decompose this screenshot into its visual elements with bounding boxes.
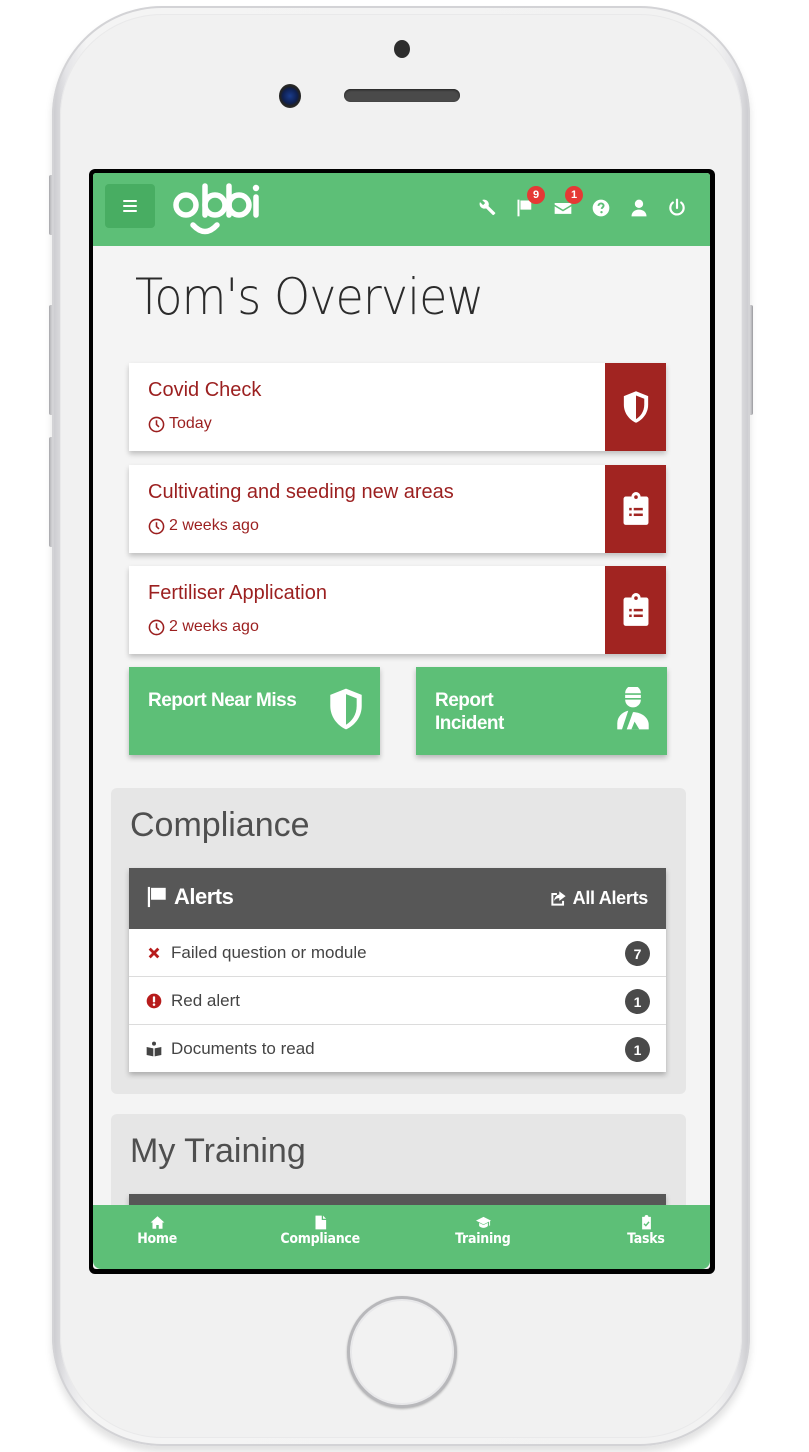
- wrench-icon: [479, 199, 496, 216]
- bottom-nav: Home Compliance Training Tasks: [93, 1205, 710, 1269]
- alert-row-failed[interactable]: Failed question or module 7: [129, 929, 666, 977]
- task-title: Covid Check: [148, 379, 262, 401]
- alert-label: Red alert: [171, 990, 240, 1010]
- alert-row-red-alert[interactable]: Red alert 1: [129, 977, 666, 1025]
- report-near-miss-button[interactable]: Report Near Miss: [129, 667, 380, 755]
- nav-tasks[interactable]: Tasks: [591, 1215, 701, 1247]
- nav-compliance[interactable]: Compliance: [265, 1215, 375, 1247]
- report-incident-label: Report Incident: [435, 690, 504, 734]
- graduation-cap-icon: [475, 1216, 491, 1228]
- messages-button[interactable]: 1: [544, 186, 583, 221]
- times-icon: [145, 944, 163, 962]
- messages-badge: 1: [565, 186, 583, 204]
- top-bar: 9 1: [93, 173, 710, 246]
- page-title: Tom's Overview: [135, 268, 484, 326]
- task-card[interactable]: Covid Check Today: [129, 363, 666, 451]
- alerts-panel: Alerts All Alerts Failed question or mod…: [129, 868, 666, 1072]
- proximity-sensor: [394, 40, 410, 58]
- task-card[interactable]: Fertiliser Application 2 weeks ago: [129, 566, 666, 654]
- alert-count-badge: 1: [625, 1037, 650, 1062]
- phone-screen: 9 1 Tom's Overview Covid Check Today Cul…: [89, 169, 715, 1274]
- profile-button[interactable]: [620, 195, 658, 221]
- alert-count-badge: 1: [625, 989, 650, 1014]
- task-type-badge: [605, 465, 666, 553]
- share-square-icon: [551, 891, 566, 906]
- clipboard-check-icon: [641, 1215, 651, 1230]
- logout-button[interactable]: [658, 195, 696, 221]
- alerts-title: Alerts: [146, 884, 234, 910]
- front-camera: [279, 84, 301, 108]
- obbi-logo[interactable]: [171, 178, 261, 238]
- app-viewport: 9 1 Tom's Overview Covid Check Today Cul…: [93, 173, 710, 1269]
- task-type-badge: [605, 363, 666, 451]
- shield-icon: [623, 391, 648, 423]
- header-actions: 9 1: [468, 186, 696, 221]
- tools-button[interactable]: [468, 195, 506, 221]
- clock-icon: [148, 518, 165, 534]
- alerts-flag-button[interactable]: 9: [506, 186, 545, 221]
- clipboard-list-icon: [623, 593, 648, 626]
- home-button[interactable]: [347, 1296, 457, 1408]
- page-content[interactable]: Tom's Overview Covid Check Today Cultiva…: [93, 246, 710, 1205]
- training-panel-header: [129, 1194, 666, 1205]
- task-type-badge: [605, 566, 666, 654]
- clock-icon: [148, 619, 165, 635]
- alert-label: Documents to read: [171, 1038, 315, 1058]
- compliance-title: Compliance: [130, 806, 310, 844]
- nav-home[interactable]: Home: [102, 1215, 212, 1247]
- exclamation-circle-icon: [145, 992, 163, 1010]
- all-alerts-link[interactable]: All Alerts: [549, 888, 648, 909]
- clock-icon: [148, 416, 165, 432]
- alerts-header: Alerts All Alerts: [129, 868, 666, 929]
- compliance-section: Compliance Alerts All Alerts Failed ques…: [111, 788, 686, 1094]
- training-section: My Training: [111, 1114, 686, 1205]
- task-time: 2 weeks ago: [148, 618, 259, 636]
- alert-row-documents[interactable]: Documents to read 1: [129, 1025, 666, 1072]
- user-icon: [631, 199, 647, 217]
- task-time: Today: [148, 415, 212, 433]
- clipboard-list-icon: [623, 492, 648, 525]
- training-title: My Training: [130, 1132, 306, 1170]
- task-card[interactable]: Cultivating and seeding new areas 2 week…: [129, 465, 666, 553]
- hamburger-icon: [123, 200, 137, 212]
- menu-button[interactable]: [105, 184, 155, 228]
- alerts-badge: 9: [527, 186, 545, 204]
- book-reader-icon: [145, 1040, 163, 1058]
- earpiece-speaker: [344, 89, 460, 102]
- nav-training[interactable]: Training: [428, 1215, 538, 1247]
- report-incident-button[interactable]: Report Incident: [416, 667, 667, 755]
- task-time: 2 weeks ago: [148, 517, 259, 535]
- report-near-miss-label: Report Near Miss: [148, 690, 297, 711]
- shield-icon: [326, 687, 366, 731]
- alert-label: Failed question or module: [171, 942, 367, 962]
- task-title: Cultivating and seeding new areas: [148, 481, 454, 503]
- flag-icon: [147, 886, 166, 908]
- question-circle-icon: [592, 199, 610, 217]
- task-title: Fertiliser Application: [148, 582, 327, 604]
- help-button[interactable]: [582, 195, 620, 221]
- home-icon: [150, 1216, 164, 1229]
- power-icon: [669, 198, 685, 216]
- alert-count-badge: 7: [625, 941, 650, 966]
- file-icon: [315, 1215, 326, 1230]
- injured-person-icon: [613, 685, 653, 731]
